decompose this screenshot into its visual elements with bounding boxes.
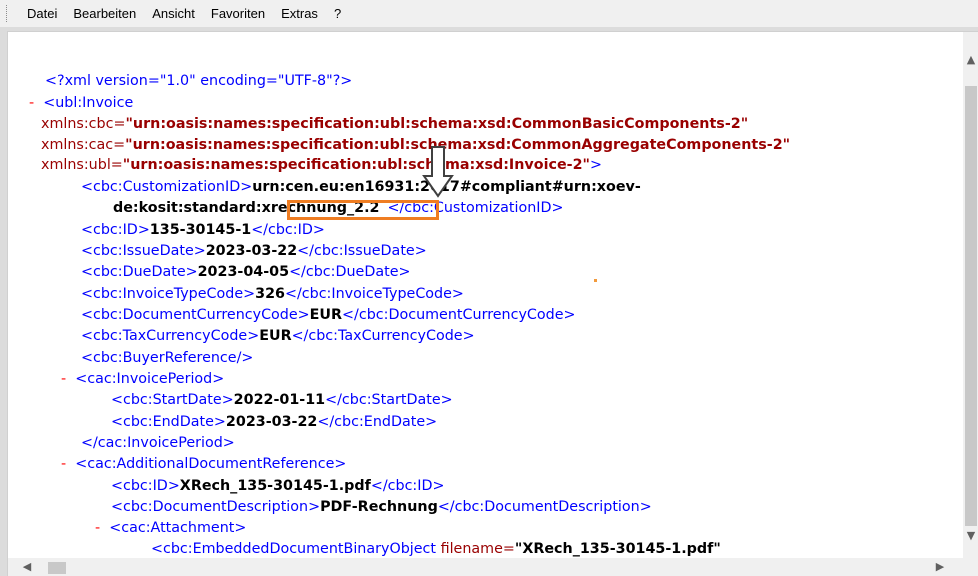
issue-date-open-tag: <cbc:IssueDate>	[81, 243, 206, 259]
document-description-value: PDF-Rechnung	[320, 499, 438, 515]
due-date-line: <cbc:DueDate>2023-04-05</cbc:DueDate>	[81, 263, 411, 281]
document-currency-close-tag: </cbc:DocumentCurrencyCode>	[342, 307, 576, 323]
vertical-scrollbar[interactable]: ▲ ▼	[963, 32, 978, 558]
embedded-object-filename-value: "XRech_135-30145-1.pdf"	[514, 541, 721, 557]
attachment-id-value: XRech_135-30145-1.pdf	[179, 478, 371, 494]
buyer-reference-tag: <cbc:BuyerReference/>	[81, 350, 254, 366]
id-close-tag: </cbc:ID>	[251, 222, 325, 238]
attachment-id-open-tag: <cbc:ID>	[111, 478, 180, 494]
menu-extras[interactable]: Extras	[273, 6, 326, 21]
invoice-open-tag: <ubl:Invoice	[43, 95, 134, 111]
issue-date-close-tag: </cbc:IssueDate>	[297, 243, 427, 259]
ns-cac-line: xmlns:cac="urn:oasis:names:specification…	[41, 136, 790, 154]
issue-date-line: <cbc:IssueDate>2023-03-22</cbc:IssueDate…	[81, 242, 427, 260]
tax-currency-close-tag: </cbc:TaxCurrencyCode>	[291, 328, 475, 344]
customization-open-tag: <cbc:CustomizationID>	[81, 179, 253, 195]
document-description-open-tag: <cbc:DocumentDescription>	[111, 499, 321, 515]
menu-favoriten[interactable]: Favoriten	[203, 6, 273, 21]
additional-reference-open-line: - <cac:AdditionalDocumentReference>	[61, 455, 346, 473]
xml-viewer-window: <?xml version="1.0" encoding="UTF-8"?> -…	[7, 31, 978, 576]
id-line: <cbc:ID>135-30145-1</cbc:ID>	[81, 221, 325, 239]
chevron-left-icon[interactable]: ◀	[18, 558, 36, 576]
start-date-value: 2022-01-11	[233, 392, 326, 408]
attachment-id-close-tag: </cbc:ID>	[370, 478, 445, 494]
due-date-value: 2023-04-05	[197, 264, 290, 280]
due-date-close-tag: </cbc:DueDate>	[289, 264, 411, 280]
id-value: 135-30145-1	[149, 222, 252, 238]
vertical-scroll-thumb[interactable]	[965, 86, 977, 526]
ns-cac-attr: xmlns:cac=	[41, 137, 126, 153]
collapse-additional-reference-toggle[interactable]: -	[61, 456, 66, 472]
menu-help[interactable]: ?	[326, 6, 349, 21]
horizontal-scrollbar[interactable]: ◀ ▶	[8, 558, 978, 576]
start-date-line: <cbc:StartDate>2022-01-11</cbc:StartDate…	[111, 391, 453, 409]
xml-content: <?xml version="1.0" encoding="UTF-8"?> -…	[8, 32, 963, 558]
horizontal-scroll-thumb[interactable]	[48, 562, 66, 574]
toolbar-grip[interactable]	[6, 5, 11, 22]
menu-bar: Datei Bearbeiten Ansicht Favoriten Extra…	[0, 0, 978, 27]
invoice-type-line: <cbc:InvoiceTypeCode>326</cbc:InvoiceTyp…	[81, 285, 464, 303]
due-date-open-tag: <cbc:DueDate>	[81, 264, 198, 280]
attachment-open-line: - <cac:Attachment>	[95, 519, 246, 537]
xml-declaration: <?xml version="1.0" encoding="UTF-8"?>	[45, 73, 353, 89]
customization-line-1: <cbc:CustomizationID>urn:cen.eu:en16931:…	[81, 178, 641, 196]
menu-datei[interactable]: Datei	[19, 6, 65, 21]
ns-cbc-value: "urn:oasis:names:specification:ubl:schem…	[125, 116, 749, 132]
chevron-up-icon[interactable]: ▲	[963, 52, 978, 68]
ns-cbc-attr: xmlns:cbc=	[41, 116, 126, 132]
invoice-type-close-tag: </cbc:InvoiceTypeCode>	[284, 286, 464, 302]
customization-value-2: de:kosit:standard:	[113, 200, 262, 216]
start-date-open-tag: <cbc:StartDate>	[111, 392, 234, 408]
end-date-close-tag: </cbc:EndDate>	[317, 414, 438, 430]
invoice-type-open-tag: <cbc:InvoiceTypeCode>	[81, 286, 256, 302]
additional-reference-open-tag: <cac:AdditionalDocumentReference>	[75, 456, 347, 472]
menu-bearbeiten[interactable]: Bearbeiten	[65, 6, 144, 21]
end-date-open-tag: <cbc:EndDate>	[111, 414, 226, 430]
tax-currency-value: EUR	[259, 328, 292, 344]
start-date-close-tag: </cbc:StartDate>	[325, 392, 453, 408]
down-arrow-icon	[422, 146, 454, 198]
buyer-reference-line: <cbc:BuyerReference/>	[81, 349, 253, 367]
embedded-object-line: <cbc:EmbeddedDocumentBinaryObject filena…	[151, 540, 721, 558]
ns-ubl-attr: xmlns:ubl=	[41, 157, 123, 173]
ns-cac-value: "urn:oasis:names:specification:ubl:schem…	[125, 137, 791, 153]
attachment-open-tag: <cac:Attachment>	[109, 520, 247, 536]
ns-ubl-line: xmlns:ubl="urn:oasis:names:specification…	[41, 156, 602, 174]
tax-currency-line: <cbc:TaxCurrencyCode>EUR</cbc:TaxCurrenc…	[81, 327, 475, 345]
stray-marker	[594, 279, 597, 282]
embedded-object-open-tag: <cbc:EmbeddedDocumentBinaryObject	[151, 541, 441, 557]
menu-ansicht[interactable]: Ansicht	[144, 6, 203, 21]
invoice-period-close-line: </cac:InvoicePeriod>	[81, 434, 235, 452]
ns-cbc-line: xmlns:cbc="urn:oasis:names:specification…	[41, 115, 748, 133]
invoice-period-open-tag: <cac:InvoicePeriod>	[75, 371, 225, 387]
version-highlight-box	[287, 200, 439, 220]
attachment-id-line: <cbc:ID>XRech_135-30145-1.pdf</cbc:ID>	[111, 477, 444, 495]
invoice-open-line: - <ubl:Invoice	[29, 94, 133, 112]
document-currency-value: EUR	[309, 307, 343, 323]
document-description-line: <cbc:DocumentDescription>PDF-Rechnung</c…	[111, 498, 652, 516]
chevron-down-icon[interactable]: ▼	[963, 528, 978, 544]
chevron-right-icon[interactable]: ▶	[931, 558, 949, 576]
tax-currency-open-tag: <cbc:TaxCurrencyCode>	[81, 328, 260, 344]
document-currency-open-tag: <cbc:DocumentCurrencyCode>	[81, 307, 310, 323]
collapse-invoice-period-toggle[interactable]: -	[61, 371, 66, 387]
document-description-close-tag: </cbc:DocumentDescription>	[437, 499, 652, 515]
xml-declaration-line: <?xml version="1.0" encoding="UTF-8"?>	[45, 72, 352, 90]
collapse-attachment-toggle[interactable]: -	[95, 520, 100, 536]
document-currency-line: <cbc:DocumentCurrencyCode>EUR</cbc:Docum…	[81, 306, 576, 324]
embedded-object-filename-attr: filename=	[440, 541, 515, 557]
id-open-tag: <cbc:ID>	[81, 222, 150, 238]
ns-ubl-value: "urn:oasis:names:specification:ubl:schem…	[122, 157, 590, 173]
collapse-invoice-toggle[interactable]: -	[29, 95, 34, 111]
end-date-value: 2023-03-22	[225, 414, 318, 430]
issue-date-value: 2023-03-22	[205, 243, 298, 259]
invoice-type-value: 326	[255, 286, 285, 302]
invoice-period-open-line: - <cac:InvoicePeriod>	[61, 370, 224, 388]
end-date-line: <cbc:EndDate>2023-03-22</cbc:EndDate>	[111, 413, 437, 431]
ns-ubl-close: >	[589, 157, 602, 173]
invoice-period-close-tag: </cac:InvoicePeriod>	[81, 435, 235, 451]
